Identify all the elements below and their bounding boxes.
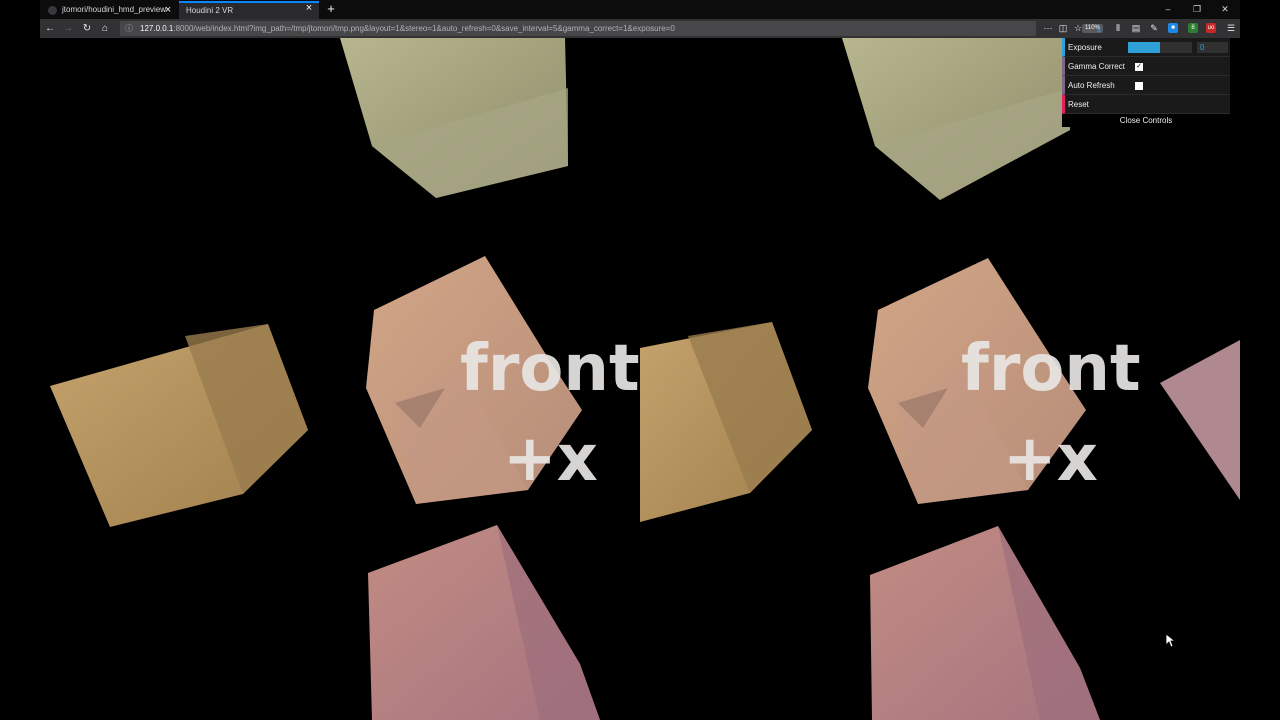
download-icon[interactable]: ⤓	[1092, 19, 1106, 38]
close-controls-button[interactable]: Close Controls	[1062, 114, 1230, 127]
restore-button[interactable]: ❐	[1183, 0, 1211, 19]
tab-bar: jtomori/houdini_hmd_preview × Houdini 2 …	[40, 0, 1240, 19]
url-bar[interactable]: ⓘ 127.0.0.1:8000/web/index.html?img_path…	[120, 21, 1103, 36]
pocket-icon[interactable]: ◫	[1056, 19, 1070, 38]
label-front: front	[961, 332, 1141, 406]
forward-button[interactable]: →	[60, 19, 76, 38]
gamma-correct-label: Gamma Correct	[1068, 62, 1125, 71]
url-text[interactable]: 127.0.0.1:8000/web/index.html?img_path=/…	[140, 21, 675, 36]
close-window-button[interactable]: ✕	[1211, 0, 1239, 19]
reset-label: Reset	[1068, 100, 1089, 109]
bookmark-star-icon[interactable]: ☆	[1071, 19, 1085, 38]
right-eye-scene: front +x	[640, 38, 1240, 720]
browser-window: jtomori/houdini_hmd_preview × Houdini 2 …	[40, 0, 1240, 38]
exposure-slider-fill	[1128, 42, 1160, 53]
exposure-label: Exposure	[1068, 43, 1102, 52]
site-info-icon[interactable]: ⓘ	[123, 21, 135, 36]
tab-github[interactable]: jtomori/houdini_hmd_preview ×	[42, 1, 178, 19]
reload-button[interactable]: ↻	[79, 19, 95, 38]
sidebar-icon[interactable]: ▤	[1129, 19, 1143, 38]
url-host: 127.0.0.1	[140, 24, 174, 33]
gamma-correct-control[interactable]: Gamma Correct ✓	[1062, 57, 1230, 76]
library-icon[interactable]: ⫴	[1111, 19, 1125, 38]
more-icon[interactable]: ⋯	[1041, 19, 1055, 38]
back-button[interactable]: ←	[42, 19, 58, 38]
exposure-control: Exposure 0	[1062, 38, 1230, 57]
cube-far-right	[1160, 340, 1240, 500]
tab-label: Houdini 2 VR	[186, 6, 234, 15]
label-front: front	[460, 332, 640, 406]
screen: jtomori/houdini_hmd_preview × Houdini 2 …	[0, 0, 1280, 720]
auto-refresh-control[interactable]: Auto Refresh	[1062, 76, 1230, 95]
extension-ublock-icon[interactable]: uo	[1206, 23, 1216, 33]
left-eye-view: front +x	[0, 38, 640, 720]
home-button[interactable]: ⌂	[97, 19, 113, 38]
mouse-cursor-icon	[1166, 634, 1176, 648]
reset-button[interactable]: Reset	[1062, 95, 1230, 114]
navigation-bar: ← → ↻ ⌂ ⓘ 127.0.0.1:8000/web/index.html?…	[40, 19, 1240, 38]
url-path: :8000/web/index.html?img_path=/tmp/jtomo…	[173, 24, 675, 33]
tab-houdini-vr[interactable]: Houdini 2 VR ×	[179, 1, 319, 19]
auto-refresh-label: Auto Refresh	[1068, 81, 1115, 90]
exposure-input[interactable]: 0	[1197, 42, 1228, 53]
extension-green-icon[interactable]: 8	[1188, 23, 1198, 33]
gamma-correct-checkbox[interactable]: ✓	[1135, 63, 1143, 71]
left-eye-scene: front +x	[50, 38, 640, 720]
close-tab-icon[interactable]: ×	[303, 3, 315, 16]
new-tab-button[interactable]: +	[324, 0, 338, 19]
vr-viewport[interactable]: front +x front +x	[0, 38, 1280, 720]
right-eye-view: front +x	[640, 38, 1280, 720]
exposure-slider[interactable]	[1128, 42, 1192, 53]
minimize-button[interactable]: –	[1154, 0, 1182, 19]
label-plus-x: +x	[1003, 422, 1098, 496]
extension-blue-icon[interactable]: ■	[1168, 23, 1178, 33]
menu-icon[interactable]: ☰	[1224, 19, 1238, 38]
label-plus-x: +x	[503, 422, 598, 496]
tab-label: jtomori/houdini_hmd_preview	[62, 5, 167, 14]
github-favicon-icon	[48, 6, 57, 15]
close-tab-icon[interactable]: ×	[162, 1, 174, 19]
eyedropper-icon[interactable]: ✎	[1147, 19, 1161, 38]
controls-panel: Exposure 0 Gamma Correct ✓ Auto Refresh …	[1062, 38, 1230, 127]
auto-refresh-checkbox[interactable]	[1135, 82, 1143, 90]
